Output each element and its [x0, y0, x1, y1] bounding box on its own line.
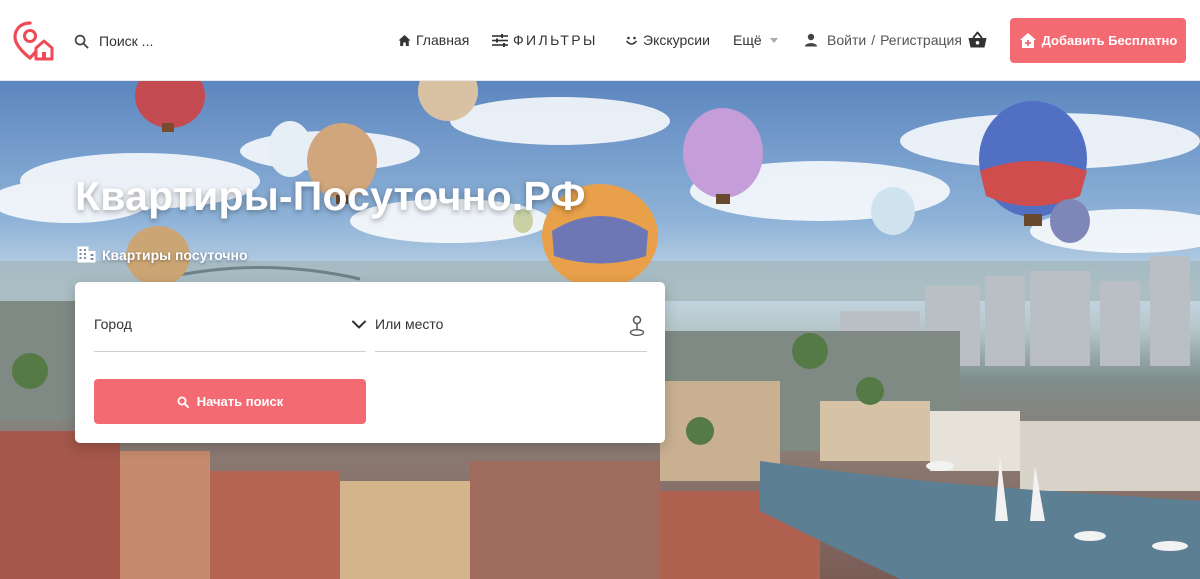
hero-category[interactable]: Квартиры посуточно: [77, 246, 248, 263]
place-input-label: Или место: [375, 316, 444, 332]
search-input[interactable]: [99, 33, 219, 49]
site-header: Главная ФИЛЬТРЫ Экскурсии Ещё Войти /: [0, 0, 1200, 81]
nav-home[interactable]: Главная: [398, 30, 469, 50]
nav-filters-label: ФИЛЬТРЫ: [513, 32, 598, 48]
home-icon: [398, 34, 411, 46]
register-link[interactable]: Регистрация: [880, 32, 962, 48]
login-link[interactable]: Войти: [827, 32, 866, 48]
start-search-button[interactable]: Начать поиск: [94, 379, 366, 424]
header-search: [74, 30, 219, 52]
caret-down-icon: [769, 37, 778, 43]
nav-filters[interactable]: ФИЛЬТРЫ: [492, 30, 598, 50]
smile-icon: [626, 36, 637, 45]
hero-title: Квартиры-Посуточно.РФ: [75, 173, 586, 219]
nav-more-dropdown[interactable]: Ещё: [733, 30, 778, 50]
hero-banner: Квартиры-Посуточно.РФ Квартиры посуточно…: [0, 81, 1200, 579]
search-icon: [177, 396, 189, 408]
location-pin-icon[interactable]: [629, 315, 645, 337]
search-panel: Город Или место Начать поиск: [75, 282, 665, 443]
place-input[interactable]: Или место: [375, 308, 647, 352]
nav-tours[interactable]: Экскурсии: [625, 30, 710, 50]
add-free-button[interactable]: Добавить Бесплатно: [1010, 18, 1186, 63]
nav-tours-label: Экскурсии: [643, 32, 710, 48]
city-select[interactable]: Город: [94, 308, 366, 352]
add-home-icon: [1019, 33, 1036, 48]
basket-icon[interactable]: [968, 31, 987, 49]
login-register: Войти / Регистрация: [804, 30, 962, 50]
hero-category-label: Квартиры посуточно: [102, 246, 248, 263]
user-icon: [805, 33, 817, 47]
sliders-icon: [492, 33, 508, 47]
logo-icon[interactable]: [13, 20, 55, 62]
chevron-down-icon: [352, 320, 366, 329]
nav-more-label: Ещё: [733, 32, 762, 48]
start-search-button-label: Начать поиск: [196, 394, 284, 409]
login-separator: /: [871, 32, 876, 48]
city-select-label: Город: [94, 316, 132, 332]
nav-home-label: Главная: [416, 32, 470, 48]
add-free-button-label: Добавить Бесплатно: [1041, 33, 1178, 48]
search-icon[interactable]: [74, 34, 89, 49]
building-icon: [77, 246, 96, 263]
